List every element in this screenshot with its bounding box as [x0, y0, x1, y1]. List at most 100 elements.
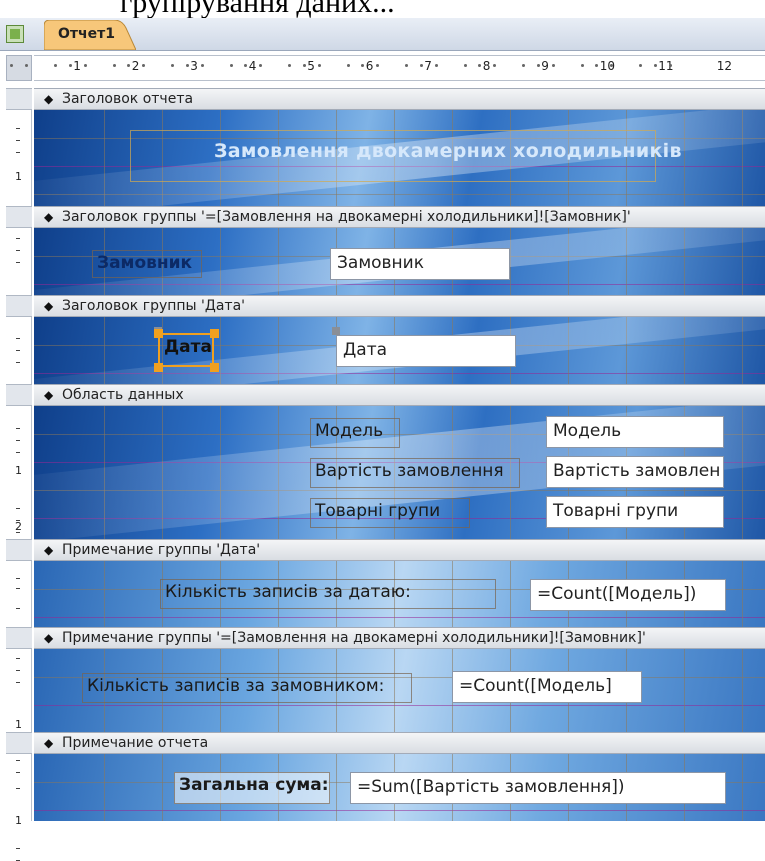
ruler-mark	[16, 250, 20, 251]
ruler-label: 1	[15, 464, 22, 477]
ruler-tick	[405, 64, 409, 67]
date-field[interactable]: Дата	[336, 335, 516, 367]
section-selector[interactable]	[6, 206, 32, 228]
ruler-label: 7	[424, 59, 432, 73]
customer-footer-band[interactable]: Кількість записів за замовником: =Count(…	[34, 649, 765, 732]
section-selector[interactable]	[6, 539, 32, 561]
grid-line	[104, 561, 105, 627]
horizontal-ruler[interactable]: 1 2 3 4 5 6 7 8 9 10 11 12	[10, 55, 765, 81]
grid-line	[336, 754, 337, 821]
ruler-label: 1	[15, 718, 22, 731]
move-handle[interactable]	[332, 327, 340, 335]
section-selector[interactable]	[6, 295, 32, 317]
section-selector[interactable]	[6, 88, 32, 110]
customer-count-label[interactable]: Кількість записів за замовником:	[82, 673, 412, 703]
ruler-mark	[16, 772, 20, 773]
ruler-tick	[463, 64, 467, 67]
ruler-tick	[142, 64, 146, 67]
ruler-label: 9	[541, 59, 549, 73]
ruler-mark	[16, 578, 20, 579]
ruler-mark	[16, 608, 20, 609]
group-date-band[interactable]: Дата Дата	[34, 317, 765, 384]
grid-line	[510, 561, 511, 627]
ruler-tick	[493, 64, 497, 67]
ruler-tick	[551, 64, 555, 67]
ruler-tick	[580, 64, 584, 67]
product-group-field[interactable]: Товарні групи	[546, 496, 724, 528]
ruler-tick	[346, 64, 350, 67]
section-selector[interactable]	[6, 384, 32, 406]
customer-count-field[interactable]: =Count([Модель]	[452, 671, 642, 703]
cost-label[interactable]: Вартість замовлення	[310, 458, 520, 488]
ruler-tick	[302, 64, 306, 67]
section-title: Область данных	[62, 387, 184, 403]
ruler-mark	[16, 140, 20, 141]
date-footer-band[interactable]: Кількість записів за датаю: =Count([Моде…	[34, 561, 765, 627]
ruler-label: 4	[248, 59, 257, 73]
section-title: Примечание группы 'Дата'	[62, 542, 261, 558]
section-header-group-customer[interactable]: ◆ Заголовок группы '=[Замовлення на двок…	[34, 206, 765, 228]
ruler-mark	[16, 152, 20, 153]
document-top-line: групірування даних...	[0, 0, 765, 18]
grid-line	[684, 649, 685, 732]
ruler-tick	[419, 64, 423, 67]
customer-field[interactable]: Замовник	[330, 248, 510, 280]
section-title: Заголовок отчета	[62, 91, 194, 107]
section-arrow-icon: ◆	[44, 543, 54, 557]
ruler-mark	[16, 682, 20, 683]
ruler-label: 8	[482, 59, 491, 73]
cost-field[interactable]: Вартість замовлен	[546, 456, 724, 488]
report-title[interactable]: Замовлення двокамерних холодильників	[214, 140, 682, 162]
ruler-tick	[112, 64, 116, 67]
ruler-mark	[16, 848, 20, 849]
detail-band[interactable]: Модель Модель Вартість замовлення Вартіс…	[34, 406, 765, 539]
ruler-tick	[229, 64, 233, 67]
grid-line	[34, 705, 765, 706]
ruler-mark	[16, 128, 20, 129]
ruler-tick	[434, 64, 438, 67]
section-header-report[interactable]: ◆ Заголовок отчета	[34, 88, 765, 110]
model-field[interactable]: Модель	[546, 416, 724, 448]
section-title: Заголовок группы 'Дата'	[62, 298, 245, 314]
report-footer-band[interactable]: Загальна сума: =Sum([Вартість замовлення…	[34, 754, 765, 821]
ruler-corner[interactable]	[6, 55, 32, 81]
ruler-tick	[288, 64, 292, 67]
ruler-label: 12	[716, 59, 733, 73]
customer-label[interactable]: Замовник	[92, 250, 202, 278]
ruler-label: 2	[15, 520, 22, 533]
ruler-mark	[16, 338, 20, 339]
date-label[interactable]: Дата	[160, 335, 212, 365]
group-customer-band[interactable]: Замовник Замовник	[34, 228, 765, 295]
section-arrow-icon: ◆	[44, 631, 54, 645]
section-footer-group-customer[interactable]: ◆ Примечание группы '=[Замовлення на дво…	[34, 627, 765, 649]
grid-line	[742, 754, 743, 821]
ruler-tick	[668, 64, 672, 67]
grid-line	[34, 810, 765, 811]
section-footer-group-date[interactable]: ◆ Примечание группы 'Дата'	[34, 539, 765, 561]
ruler-tick	[522, 64, 526, 67]
date-count-label[interactable]: Кількість записів за датаю:	[160, 579, 496, 609]
ruler-mark	[16, 350, 20, 351]
section-selector[interactable]	[6, 732, 32, 754]
total-sum-label[interactable]: Загальна сума:	[174, 772, 330, 804]
vertical-ruler[interactable]: 11211	[6, 88, 32, 861]
ruler-tick	[639, 64, 643, 67]
section-header-group-date[interactable]: ◆ Заголовок группы 'Дата'	[34, 295, 765, 317]
report-header-band[interactable]: Замовлення двокамерних холодильників	[34, 110, 765, 206]
ruler-mark	[16, 440, 20, 441]
product-group-label[interactable]: Товарні групи	[310, 498, 470, 528]
ruler-mark	[16, 658, 20, 659]
model-label[interactable]: Модель	[310, 418, 400, 448]
grid-line	[162, 754, 163, 821]
section-footer-report[interactable]: ◆ Примечание отчета	[34, 732, 765, 754]
ruler-tick	[376, 64, 380, 67]
date-count-field[interactable]: =Count([Модель])	[530, 579, 726, 611]
ruler-tick	[653, 64, 657, 67]
section-selector[interactable]	[6, 627, 32, 649]
ruler-label: 1	[73, 59, 81, 73]
ruler-mark	[16, 452, 20, 453]
grid-line	[742, 649, 743, 732]
total-sum-field[interactable]: =Sum([Вартість замовлення])	[350, 772, 726, 804]
tab-report[interactable]: Отчет1	[44, 20, 136, 50]
section-header-detail[interactable]: ◆ Область данных	[34, 384, 765, 406]
